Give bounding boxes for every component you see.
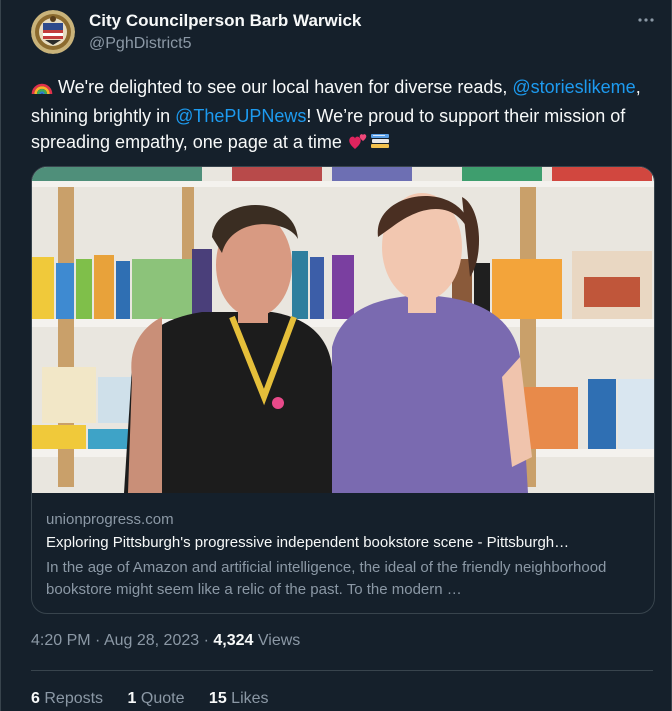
tweet-date[interactable]: Aug 28, 2023 [104, 632, 199, 649]
city-seal-icon [31, 10, 75, 54]
views-count: 4,324 [213, 632, 254, 649]
meta-separator: · [203, 632, 209, 649]
bookstore-photo [32, 167, 654, 493]
tweet-time[interactable]: 4:20 PM [31, 632, 91, 649]
quotes-count: 1 [127, 690, 137, 707]
tweet: City Councilperson Barb Warwick @PghDist… [0, 0, 672, 711]
display-name[interactable]: City Councilperson Barb Warwick [89, 10, 361, 32]
views-label: Views [257, 632, 301, 649]
likes-count: 15 [208, 690, 227, 707]
mention-thepupnews[interactable]: @ThePUPNews [175, 106, 306, 126]
rainbow-icon [31, 77, 53, 103]
tweet-header: City Councilperson Barb Warwick @PghDist… [31, 8, 657, 56]
more-options-icon [638, 18, 654, 22]
avatar[interactable] [31, 10, 75, 54]
tweet-meta: 4:20 PM · Aug 28, 2023 · 4,324 Views [31, 632, 300, 650]
meta-separator: · [95, 632, 101, 649]
card-title[interactable]: Exploring Pittsburgh's progressive indep… [46, 534, 642, 551]
card-description: In the age of Amazon and artificial inte… [46, 559, 607, 598]
hearts-icon [347, 131, 369, 158]
engagement-stats: 6 Reposts 1 Quote 15 Likes [31, 690, 289, 708]
card-body[interactable]: unionprogress.com Exploring Pittsburgh's… [32, 493, 654, 613]
card-domain: unionprogress.com [46, 511, 174, 528]
reposts-stat[interactable]: 6 Reposts [31, 690, 103, 707]
divider [31, 670, 653, 671]
tweet-text: We're delighted to see our local haven f… [31, 74, 651, 158]
author-block: City Councilperson Barb Warwick @PghDist… [89, 10, 361, 55]
tweet-text-part: We're delighted to see our local haven f… [53, 77, 513, 97]
reposts-label: Reposts [44, 690, 104, 707]
more-options-button[interactable] [635, 10, 657, 32]
likes-stat[interactable]: 15 Likes [209, 690, 269, 707]
quotes-label: Quote [140, 690, 185, 707]
card-image[interactable] [32, 167, 654, 493]
books-icon [369, 131, 391, 158]
handle[interactable]: @PghDistrict5 [89, 33, 361, 55]
reposts-count: 6 [31, 690, 40, 707]
link-card[interactable]: unionprogress.com Exploring Pittsburgh's… [31, 166, 655, 614]
quotes-stat[interactable]: 1 Quote [128, 690, 185, 707]
mention-storieslikeme[interactable]: @storieslikeme [512, 77, 635, 97]
likes-label: Likes [231, 690, 269, 707]
